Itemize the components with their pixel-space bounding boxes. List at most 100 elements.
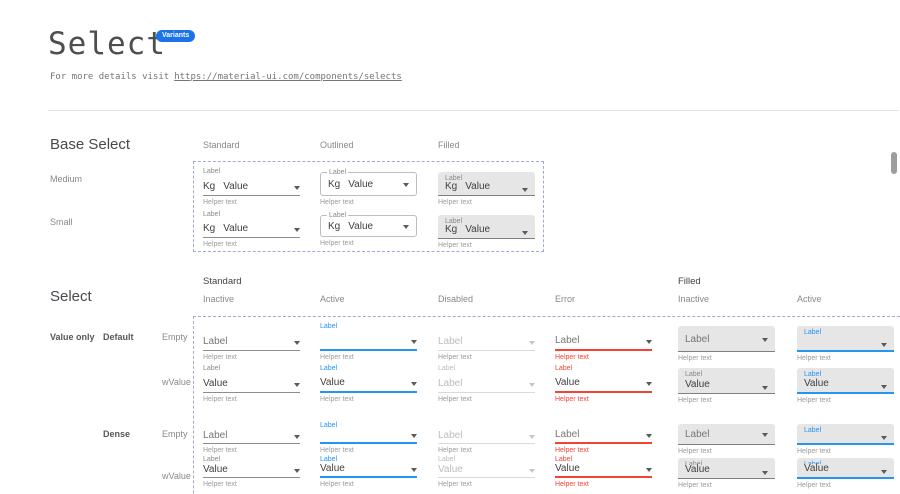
select-filled-active-empty[interactable]: Label <box>797 424 894 445</box>
adornment-text: Kg <box>328 221 340 232</box>
select-value: KgValue <box>203 181 248 192</box>
base-column-header: Filled <box>438 140 460 150</box>
floating-label: Label <box>203 167 300 177</box>
adornment-text: Kg <box>445 181 457 192</box>
select-filled-active-empty[interactable]: Label <box>797 326 894 352</box>
adornment-text: Kg <box>328 179 340 190</box>
floating-label: Label <box>804 426 887 435</box>
density-label: Dense <box>103 429 130 439</box>
select-value: Value <box>320 464 345 474</box>
select-filled-active-wvalue[interactable]: LabelValue <box>797 458 894 479</box>
notched-label: Label <box>327 169 348 177</box>
dropdown-arrow-icon <box>294 186 300 190</box>
select-standard-inactive-empty[interactable]: Label <box>203 332 300 351</box>
dropdown-arrow-icon <box>881 436 887 440</box>
helper-text: Helper text <box>438 396 535 404</box>
select-state-header: Inactive <box>678 294 709 304</box>
select-value: KgValue <box>203 223 248 234</box>
helper-text: Helper text <box>203 396 300 404</box>
select-value: Value <box>320 378 345 388</box>
floating-label <box>438 421 535 430</box>
dropdown-arrow-icon <box>411 468 417 472</box>
floating-label <box>438 322 535 332</box>
adornment-text: Kg <box>203 181 215 192</box>
dropdown-arrow-icon <box>762 433 768 437</box>
select-value: Value <box>555 378 580 388</box>
floating-label: Label <box>804 328 887 338</box>
helper-text: Helper text <box>320 396 417 404</box>
select-cell-standard-disabled: LabelValue Helper text <box>438 455 535 489</box>
floating-label: Label <box>555 364 652 374</box>
select-standard-inactive-empty[interactable]: Label <box>203 430 300 444</box>
select-filled-inactive-wvalue[interactable]: LabelValue <box>678 368 775 394</box>
select-cell-filled-inactive: LabelHelper text <box>678 421 775 456</box>
dropdown-arrow-icon <box>762 471 768 475</box>
helper-text: Helper text <box>555 396 652 404</box>
dropdown-arrow-icon <box>646 382 652 386</box>
dropdown-arrow-icon <box>294 383 300 387</box>
select-cell-standard-inactive: LabelValueHelper text <box>203 455 300 489</box>
select-standard-error-wvalue[interactable]: Value <box>555 374 652 393</box>
select-standard-active-wvalue[interactable]: Value <box>320 464 417 478</box>
select-standard-inactive-wvalue[interactable]: Value <box>203 464 300 478</box>
select-standard-error-empty[interactable]: Label <box>555 332 652 351</box>
select-standard-error-wvalue[interactable]: Value <box>555 464 652 478</box>
fill-state-label: wValue <box>162 377 191 387</box>
helper-text: Helper text <box>438 199 535 207</box>
select-standard-disabled-empty[interactable]: Label <box>438 332 535 351</box>
base-select-filled[interactable]: LabelKgValue <box>438 172 535 196</box>
select-value: Label <box>203 431 227 441</box>
helper-text: Helper text <box>438 242 535 250</box>
base-select-standard[interactable]: KgValue <box>203 177 300 196</box>
select-value: Value <box>203 379 228 389</box>
select-value: Label <box>438 337 462 347</box>
select-standard-active-wvalue[interactable]: Value <box>320 374 417 393</box>
select-group-header: Filled <box>678 276 701 287</box>
select-standard-disabled-wvalue[interactable]: Label <box>438 374 535 393</box>
dropdown-arrow-icon <box>294 435 300 439</box>
select-standard-active-empty[interactable] <box>320 332 417 351</box>
fill-state-label: wValue <box>162 471 191 481</box>
select-standard-inactive-wvalue[interactable]: Value <box>203 374 300 393</box>
dropdown-arrow-icon <box>522 188 528 192</box>
helper-text: Helper text <box>320 354 417 362</box>
scrollbar-thumb[interactable] <box>891 152 897 174</box>
helper-text: Helper text <box>438 354 535 362</box>
dropdown-arrow-icon <box>881 343 887 347</box>
select-filled-inactive-wvalue[interactable]: LabelValue <box>678 458 775 479</box>
select-standard-disabled-empty[interactable]: Label <box>438 430 535 444</box>
select-filled-active-wvalue[interactable]: LabelValue <box>797 368 894 394</box>
helper-text: Helper text <box>438 481 535 489</box>
select-value: Label <box>685 430 709 440</box>
helper-text: Helper text <box>320 240 417 248</box>
base-select-outlined[interactable]: LabelKgValue <box>320 215 417 237</box>
floating-label: Label <box>438 455 535 464</box>
base-row-label: Small <box>50 217 73 227</box>
select-filled-inactive-empty[interactable]: Label <box>678 424 775 445</box>
base-cell-filled: LabelKgValue Helper text <box>438 210 535 250</box>
select-cell-filled-inactive: LabelValueHelper text <box>678 364 775 405</box>
base-select-filled[interactable]: LabelKgValue <box>438 215 535 239</box>
select-value-row: Value <box>804 379 887 392</box>
select-value: Value <box>555 464 580 474</box>
dropdown-arrow-icon <box>403 183 409 187</box>
select-standard-error-empty[interactable]: Label <box>555 430 652 444</box>
material-ui-link[interactable]: https://material-ui.com/components/selec… <box>174 72 402 82</box>
base-select-outlined[interactable]: LabelKgValue <box>320 172 417 196</box>
helper-text: Helper text <box>320 481 417 489</box>
select-filled-inactive-empty[interactable]: Label <box>678 326 775 352</box>
select-standard-disabled-wvalue[interactable]: Value <box>438 464 535 478</box>
helper-text: Helper text <box>797 482 894 490</box>
select-value: Value <box>685 465 710 475</box>
dropdown-arrow-icon <box>529 341 535 345</box>
floating-label: Label <box>445 174 528 181</box>
select-state-header: Active <box>320 294 345 304</box>
base-select-standard[interactable]: KgValue <box>203 220 300 238</box>
dropdown-arrow-icon <box>403 225 409 229</box>
select-value: Value <box>685 380 710 390</box>
select-standard-active-empty[interactable] <box>320 430 417 444</box>
select-cell-standard-error: LabelHelper text <box>555 421 652 455</box>
floating-label: Label <box>203 364 300 374</box>
helper-text: Helper text <box>797 355 894 363</box>
select-cell-standard-error: LabelHelper text <box>555 322 652 362</box>
